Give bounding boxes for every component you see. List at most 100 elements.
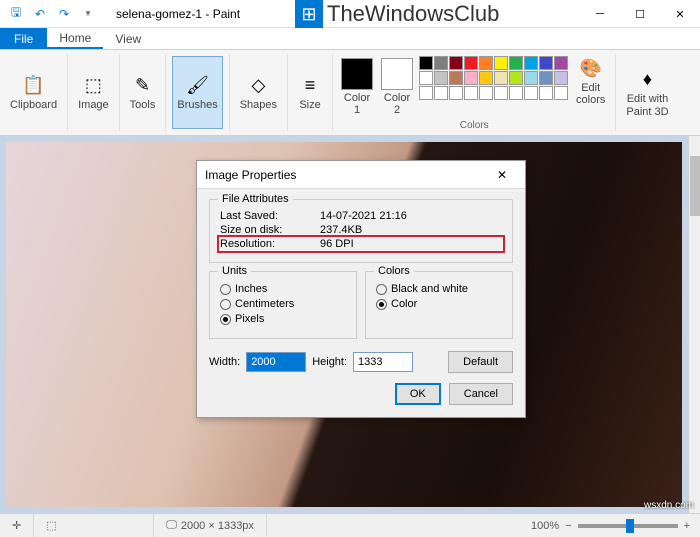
zoom-slider[interactable] <box>578 524 678 528</box>
color-swatch[interactable] <box>494 86 508 100</box>
color-swatch[interactable] <box>554 56 568 70</box>
radio-icon <box>376 299 387 310</box>
units-inches-radio[interactable]: Inches <box>220 283 346 295</box>
color-swatch[interactable] <box>524 56 538 70</box>
undo-icon[interactable]: ↶ <box>30 4 50 24</box>
tools-button[interactable]: ✎Tools <box>126 56 160 129</box>
image-group: ⬚Image <box>68 54 120 131</box>
tools-group: ✎Tools <box>120 54 167 131</box>
width-input[interactable] <box>246 352 306 372</box>
colors-bw-radio[interactable]: Black and white <box>376 283 502 295</box>
zoom-out-button[interactable]: − <box>565 520 571 532</box>
last-saved-row: Last Saved:14-07-2021 21:16 <box>220 210 502 222</box>
cancel-button[interactable]: Cancel <box>449 383 513 405</box>
color-swatch[interactable] <box>539 56 553 70</box>
image-button[interactable]: ⬚Image <box>74 56 113 129</box>
minimize-button[interactable]: ─ <box>580 0 620 28</box>
shapes-button[interactable]: ◇Shapes <box>236 56 281 129</box>
shapes-group: ◇Shapes <box>230 54 288 131</box>
dimensions-row: Width: Height: Default <box>209 351 513 373</box>
save-icon[interactable]: 🖫 <box>6 4 26 24</box>
qat-customize-icon[interactable]: ▾ <box>78 4 98 24</box>
color-swatch[interactable] <box>419 71 433 85</box>
color-swatch[interactable] <box>479 56 493 70</box>
maximize-button[interactable]: ☐ <box>620 0 660 28</box>
color-swatch[interactable] <box>479 71 493 85</box>
clipboard-button[interactable]: 📋Clipboard <box>6 56 61 129</box>
paint3d-button[interactable]: ♦Edit with Paint 3D <box>622 56 672 129</box>
dialog-body: File Attributes Last Saved:14-07-2021 21… <box>197 189 525 417</box>
color-swatch[interactable] <box>419 86 433 100</box>
units-centimeters-radio[interactable]: Centimeters <box>220 298 346 310</box>
color-swatch[interactable] <box>509 71 523 85</box>
vertical-scrollbar[interactable] <box>688 136 700 513</box>
close-button[interactable]: ✕ <box>660 0 700 28</box>
ribbon-tabs: File Home View <box>0 28 700 50</box>
color1-swatch <box>341 58 373 90</box>
zoom-level: 100% <box>531 520 559 532</box>
color-swatch[interactable] <box>434 56 448 70</box>
size-button[interactable]: ≡Size <box>294 56 326 129</box>
size-on-disk-row: Size on disk:237.4KB <box>220 224 502 236</box>
resolution-row: Resolution:96 DPI <box>220 238 502 250</box>
color-swatch[interactable] <box>494 71 508 85</box>
color-swatch[interactable] <box>524 86 538 100</box>
color-swatch[interactable] <box>419 56 433 70</box>
home-tab[interactable]: Home <box>47 28 103 49</box>
watermark: ⊞ TheWindowsClub <box>295 0 499 28</box>
selection-icon: ⬚ <box>46 519 56 532</box>
watermark-text: TheWindowsClub <box>327 1 499 27</box>
quick-access-toolbar: 🖫 ↶ ↷ ▾ <box>0 4 104 24</box>
color-swatch[interactable] <box>449 71 463 85</box>
color-swatch[interactable] <box>479 86 493 100</box>
cursor-position-cell: ✛ <box>0 514 34 537</box>
cursor-icon: ✛ <box>12 519 21 532</box>
color-swatch[interactable] <box>449 56 463 70</box>
colors-color-radio[interactable]: Color <box>376 298 502 310</box>
color-swatch[interactable] <box>554 86 568 100</box>
dialog-close-button[interactable]: ✕ <box>487 168 517 182</box>
redo-icon[interactable]: ↷ <box>54 4 74 24</box>
height-label: Height: <box>312 356 347 368</box>
dialog-titlebar[interactable]: Image Properties ✕ <box>197 161 525 189</box>
color1-button[interactable]: Color 1 <box>339 56 375 118</box>
file-tab[interactable]: File <box>0 28 47 49</box>
zoom-in-button[interactable]: + <box>684 520 690 532</box>
edit-colors-icon: 🎨 <box>579 56 603 80</box>
radio-icon <box>376 284 387 295</box>
color-swatch[interactable] <box>464 71 478 85</box>
title-bar: 🖫 ↶ ↷ ▾ selena-gomez-1 - Paint ⊞ TheWind… <box>0 0 700 28</box>
dialog-title: Image Properties <box>205 168 296 182</box>
color-swatch[interactable] <box>434 71 448 85</box>
edit-colors-button[interactable]: 🎨Edit colors <box>572 56 609 106</box>
color-swatch[interactable] <box>464 56 478 70</box>
pencil-icon: ✎ <box>131 73 155 97</box>
zoom-handle[interactable] <box>626 519 634 533</box>
color-swatch[interactable] <box>464 86 478 100</box>
colors-title: Colors <box>374 265 414 277</box>
color-swatch[interactable] <box>539 86 553 100</box>
color-swatch[interactable] <box>509 86 523 100</box>
color-swatch[interactable] <box>509 56 523 70</box>
color-swatch[interactable] <box>554 71 568 85</box>
color-swatch[interactable] <box>524 71 538 85</box>
size-icon: ≡ <box>298 73 322 97</box>
dialog-buttons: OK Cancel <box>209 383 513 405</box>
ok-button[interactable]: OK <box>395 383 441 405</box>
color-swatch[interactable] <box>494 56 508 70</box>
view-tab[interactable]: View <box>103 28 153 49</box>
color-swatch[interactable] <box>434 86 448 100</box>
brushes-button[interactable]: 🖌Brushes <box>172 56 222 129</box>
units-pixels-radio[interactable]: Pixels <box>220 313 346 325</box>
units-title: Units <box>218 265 251 277</box>
scrollbar-thumb[interactable] <box>690 156 700 216</box>
file-attributes-title: File Attributes <box>218 193 293 205</box>
colors-group: Color 1 Color 2 🎨Edit colors Colors <box>333 54 616 131</box>
color2-button[interactable]: Color 2 <box>379 56 415 118</box>
color-swatch[interactable] <box>539 71 553 85</box>
color-swatch[interactable] <box>449 86 463 100</box>
height-input[interactable] <box>353 352 413 372</box>
default-button[interactable]: Default <box>448 351 513 373</box>
shapes-icon: ◇ <box>246 73 270 97</box>
window-controls: ─ ☐ ✕ <box>580 0 700 28</box>
